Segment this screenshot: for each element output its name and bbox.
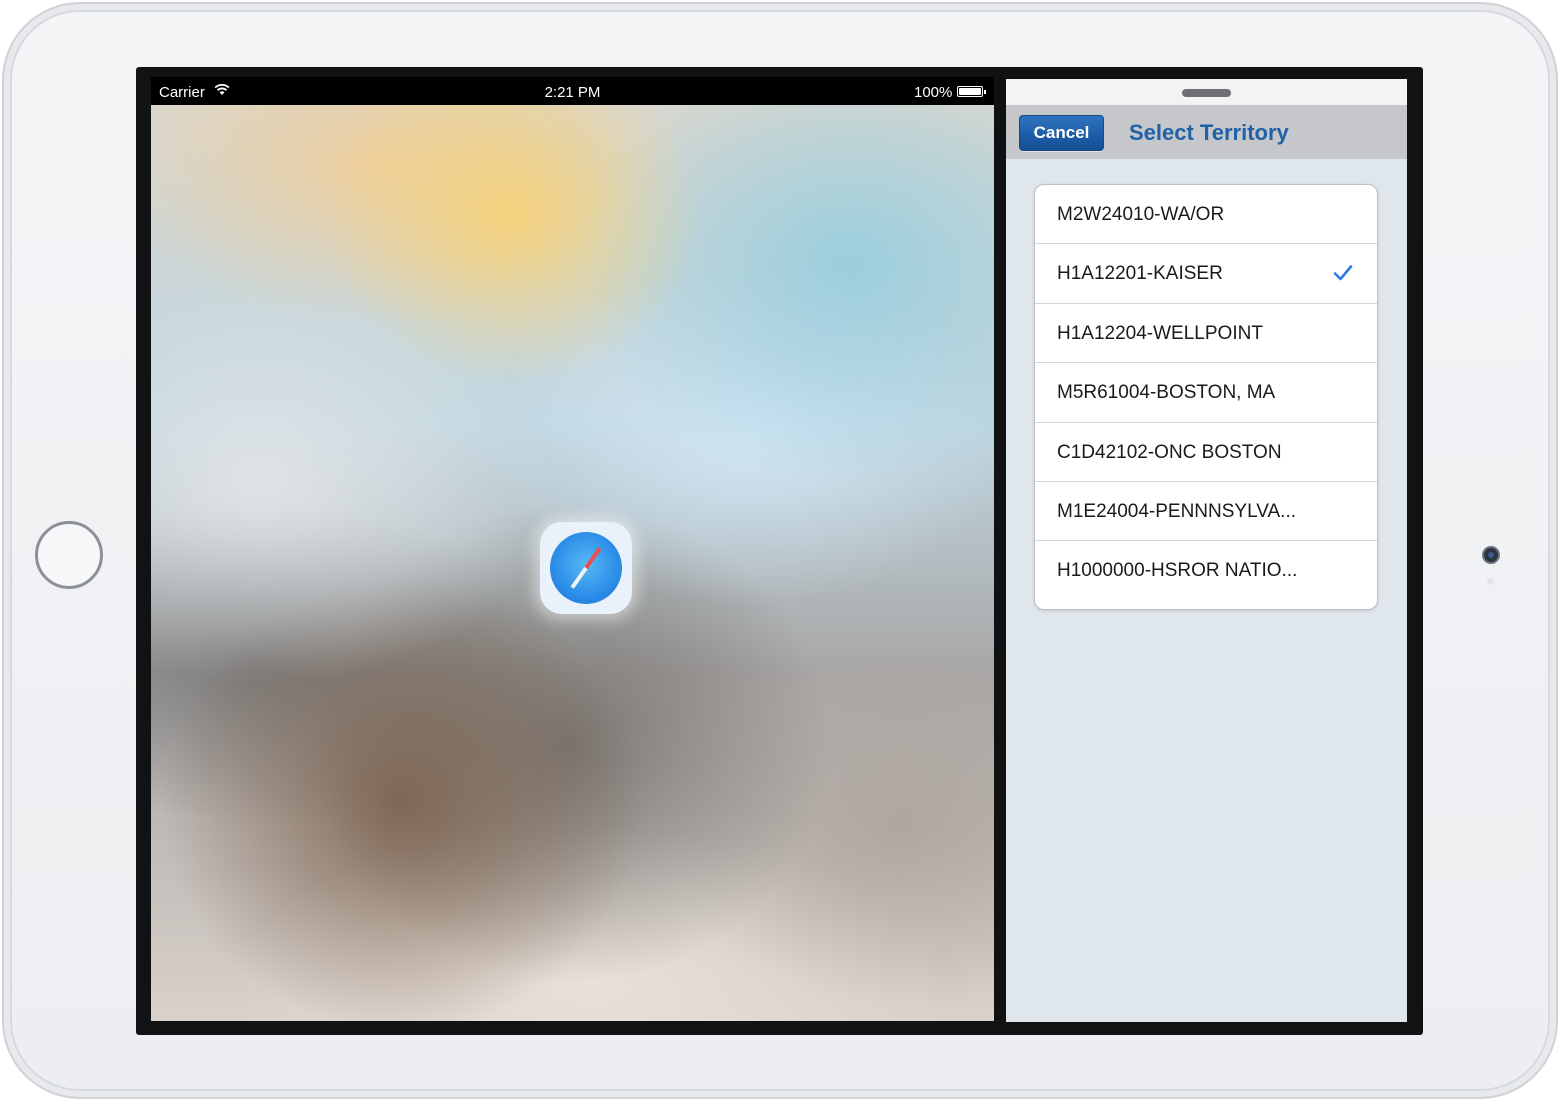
- territory-label: M2W24010-WA/OR: [1057, 204, 1225, 225]
- territory-list-item[interactable]: H1000000-HSROR NATIO...: [1035, 541, 1377, 600]
- territory-list-item[interactable]: H1A12201-KAISER: [1035, 244, 1377, 304]
- compass-face: [550, 532, 622, 604]
- drag-handle[interactable]: [1182, 89, 1231, 97]
- page-title: Select Territory: [1129, 120, 1289, 145]
- compass-needle: [570, 547, 602, 589]
- primary-app: Carrier 2:21 PM 100%: [151, 77, 994, 1021]
- checkmark-icon: [1333, 265, 1353, 281]
- clock: 2:21 PM: [544, 84, 601, 101]
- split-view-divider[interactable]: [994, 77, 1006, 1021]
- territory-list: M2W24010-WA/OR H1A12201-KAISER H1A12204-WE…: [1034, 184, 1378, 610]
- battery-fill: [959, 88, 981, 95]
- territory-list-item[interactable]: C1D42102-ONC BOSTON: [1035, 423, 1377, 482]
- cancel-button[interactable]: Cancel: [1019, 115, 1104, 151]
- territory-label: M5R61004-BOSTON, MA: [1057, 382, 1276, 404]
- territory-list-item[interactable]: M2W24010-WA/OR: [1035, 185, 1377, 245]
- safari-compass-icon: [540, 522, 632, 614]
- territory-list-item[interactable]: M5R61004-BOSTON, MA: [1035, 363, 1377, 423]
- slide-over-handle-area[interactable]: [1006, 79, 1407, 105]
- navigation-bar: Cancel Select Territory: [1006, 105, 1407, 159]
- territory-label: M1E24004-PENNNSYLVA...: [1057, 500, 1297, 522]
- slide-over-panel: Cancel Select Territory M2W24010-WA/OR H1…: [1006, 79, 1407, 1022]
- home-button[interactable]: [35, 521, 103, 589]
- battery-percent: 100%: [914, 84, 953, 101]
- light-sensor: [1487, 578, 1494, 585]
- territory-list-item[interactable]: M1E24004-PENNNSYLVA...: [1035, 482, 1377, 542]
- territory-label: H1A12201-KAISER: [1057, 263, 1223, 285]
- territory-label: H1000000-HSROR NATIO...: [1057, 560, 1298, 582]
- battery-icon: [957, 86, 986, 97]
- territory-label: C1D42102-ONC BOSTON: [1057, 441, 1282, 463]
- territory-label: H1A12204-WELLPOINT: [1057, 322, 1263, 344]
- camera-icon: [1482, 546, 1500, 564]
- territory-list-item[interactable]: H1A12204-WELLPOINT: [1035, 304, 1377, 364]
- blurred-wallpaper: [151, 104, 994, 1021]
- status-bar: Carrier 2:21 PM 100%: [151, 77, 994, 105]
